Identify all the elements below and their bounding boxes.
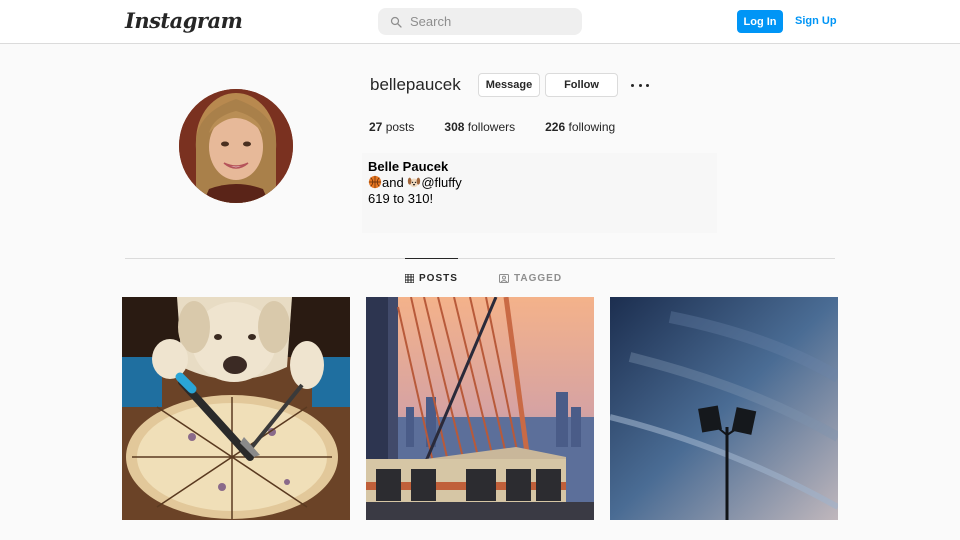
bio-text: and	[382, 175, 408, 190]
tab-posts[interactable]: POSTS	[405, 258, 458, 298]
search-box[interactable]	[378, 8, 582, 35]
followers-count[interactable]: 308 followers	[444, 120, 515, 134]
tab-tagged-label: TAGGED	[514, 272, 563, 284]
tagged-icon	[499, 273, 509, 283]
sign-up-link[interactable]: Sign Up	[795, 15, 837, 27]
profile-stats: 27 posts 308 followers 226 following	[369, 120, 645, 134]
posts-count-value: 27	[369, 120, 383, 134]
more-options-icon[interactable]	[629, 76, 651, 94]
dog-face-icon	[408, 177, 421, 188]
posts-count: 27 posts	[369, 120, 414, 134]
instagram-logo[interactable]: Instagram	[125, 8, 243, 33]
dot	[646, 83, 649, 87]
following-count-value: 226	[545, 120, 566, 134]
bio-line-2: 619 to 310!	[368, 191, 434, 206]
following-count-label: following	[568, 120, 616, 134]
followers-count-label: followers	[467, 120, 516, 134]
fluffy-mention-link[interactable]: @fluffy	[421, 175, 461, 190]
post-thumbnail-dog-pizza[interactable]	[122, 297, 350, 520]
tabs-divider	[125, 258, 835, 259]
grid-icon	[405, 274, 414, 283]
profile-username: bellepaucek	[370, 75, 461, 94]
log-in-button[interactable]: Log In	[737, 10, 783, 33]
dot	[631, 83, 634, 87]
full-name: Belle Paucek	[368, 159, 449, 174]
bio-line-1: and @fluffy	[368, 175, 711, 190]
dot	[638, 83, 642, 87]
search-input[interactable]	[410, 14, 570, 29]
tab-posts-label: POSTS	[419, 273, 458, 284]
post-thumbnail-bridge-train[interactable]	[366, 297, 594, 520]
posts-count-label: posts	[385, 120, 415, 134]
post-image	[366, 297, 594, 520]
profile-bio: Belle Paucek and @fluffy 619 to 310!	[362, 153, 717, 233]
top-navigation-bar: Instagram Log In Sign Up	[0, 0, 960, 44]
message-button[interactable]: Message	[478, 73, 540, 97]
follow-button[interactable]: Follow	[545, 73, 618, 97]
followers-count-value: 308	[444, 120, 465, 134]
tab-tagged[interactable]: TAGGED	[499, 258, 562, 298]
profile-avatar[interactable]	[179, 89, 293, 203]
post-image	[122, 297, 350, 520]
following-count[interactable]: 226 following	[545, 120, 615, 134]
profile-photo	[179, 89, 293, 203]
post-image	[610, 297, 838, 520]
post-thumbnail-streetlight-sky[interactable]	[610, 297, 838, 520]
basketball-icon	[368, 175, 382, 189]
search-icon	[390, 16, 402, 28]
